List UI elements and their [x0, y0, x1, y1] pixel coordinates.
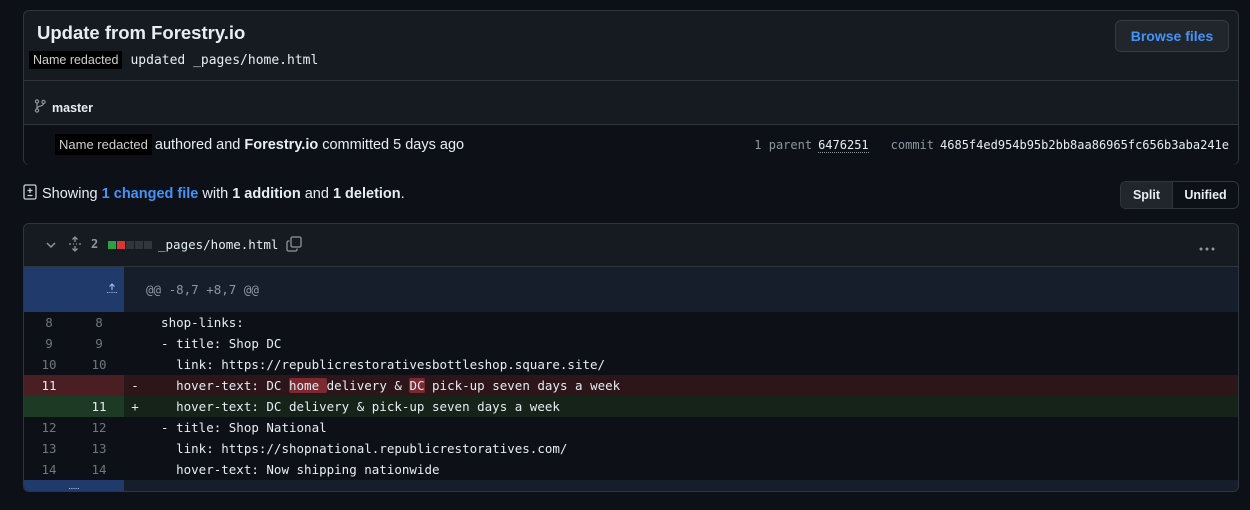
showing-text: Showing [42, 186, 98, 202]
parent-label: 1 parent [754, 138, 813, 152]
and-text: and [304, 186, 329, 202]
author-line: Name redacted authored and Forestry.io c… [55, 134, 464, 155]
split-view-button[interactable]: Split [1121, 182, 1173, 208]
commit-message: updated _pages/home.html [130, 52, 319, 68]
new-line-number[interactable]: 12 [74, 417, 124, 438]
diff-view-toggle: Split Unified [1120, 181, 1239, 209]
code-line: hover-text: DC delivery & pick-up seven … [146, 396, 1238, 417]
diff-sign [124, 312, 146, 333]
old-line-number[interactable] [24, 396, 74, 417]
diffstat-block-added [108, 241, 116, 249]
diffstat-block-neutral [144, 241, 152, 249]
period: . [400, 186, 405, 202]
diff-table: @@ -8,7 +8,7 @@ 88 shop-links: 9 9 - title… [24, 267, 1238, 491]
diff-sign: - [124, 375, 146, 396]
commit-sha: 4685f4ed954b95b2bb8aa86965fc656b3aba241e [940, 138, 1229, 152]
code-text: pick-up seven days a week [424, 378, 621, 393]
new-line-number[interactable]: 13 [74, 438, 124, 459]
expand-up-icon[interactable] [24, 267, 124, 312]
new-line-number[interactable]: 8 [74, 312, 124, 333]
parent-sha-link[interactable]: 6476251 [818, 138, 869, 153]
committer-redacted: Name redacted [55, 134, 152, 155]
commit-shas: 1 parent 6476251 commit 4685f4ed954b95b2… [754, 138, 1229, 153]
new-line-number[interactable]: 14 [74, 459, 124, 480]
old-line-number[interactable]: 11 [24, 375, 74, 396]
hunk-header-row: @@ -8,7 +8,7 @@ [24, 267, 1238, 312]
chevron-down-icon[interactable] [45, 238, 57, 254]
commit-meta: Name redacted authored and Forestry.io c… [24, 124, 1238, 165]
diffstat-block-neutral [126, 241, 134, 249]
diff-line-context: 10 10 link: https://republicrestorativesb… [24, 354, 1238, 375]
diffstat-block-deleted [117, 241, 125, 249]
diff-line-context: 99 - title: Shop DC [24, 333, 1238, 354]
copy-icon[interactable] [286, 236, 302, 255]
branch-name[interactable]: master [52, 101, 93, 115]
diff-line-context: 88 shop-links: [24, 312, 1238, 333]
diff-line-del: 11 - hover-text: DC home delivery & DC pi… [24, 375, 1238, 396]
new-line-number[interactable]: 10 [74, 354, 124, 375]
deletions-count: 1 deletion [332, 186, 401, 202]
old-line-number[interactable]: 10 [24, 354, 74, 375]
diff-sign [124, 333, 146, 354]
expand-down-icon[interactable] [24, 480, 124, 491]
additions-count: 1 addition [232, 186, 301, 202]
browse-files-button[interactable]: Browse files [1115, 20, 1229, 52]
old-line-number[interactable]: 9 [24, 333, 74, 354]
new-line-number[interactable]: 9 [74, 333, 124, 354]
change-count: 2 [91, 237, 99, 251]
code-line: shop-links: [146, 315, 244, 330]
old-line-number[interactable]: 8 [24, 312, 74, 333]
diff-summary: Showing 1 changed file with 1 addition a… [23, 184, 405, 204]
diff-line-add: 11 + hover-text: DC delivery & pick-up se… [24, 396, 1238, 417]
diff-sign: + [124, 396, 146, 417]
diffstat-blocks [108, 241, 152, 249]
removed-word-highlight: home [289, 378, 327, 393]
code-line: - title: Shop National [146, 420, 327, 435]
expand-down-filler [124, 480, 1238, 491]
code-line: hover-text: Now shipping nationwide [146, 462, 440, 477]
old-line-number[interactable]: 14 [24, 459, 74, 480]
git-branch-icon [34, 99, 46, 116]
diff-sign [124, 438, 146, 459]
file-path[interactable]: _pages/home.html [158, 237, 278, 252]
file-diff: 2 _pages/home.html @@ -8,7 +8,7 @@ 88 sh… [23, 223, 1239, 492]
code-line: link: https://shopnational.republicresto… [146, 441, 568, 456]
new-line-number[interactable]: 11 [74, 396, 124, 417]
old-line-number[interactable]: 13 [24, 438, 74, 459]
divider [24, 80, 1238, 81]
diff-line-context: 13 13 link: https://shopnational.republic… [24, 438, 1238, 459]
old-line-number[interactable]: 12 [24, 417, 74, 438]
with-text: with [202, 186, 229, 202]
kebab-menu-icon[interactable] [1198, 239, 1216, 255]
code-line: link: https://republicrestorativesbottle… [146, 357, 606, 372]
branch-info: master [34, 99, 93, 116]
new-line-number[interactable] [74, 375, 124, 396]
committer-name[interactable]: Forestry.io [244, 137, 318, 153]
diff-sign [124, 417, 146, 438]
unified-view-button[interactable]: Unified [1173, 182, 1238, 208]
diffstat-block-neutral [135, 241, 143, 249]
diff-line-context: 12 12 - title: Shop National [24, 417, 1238, 438]
code-text: delivery & [326, 378, 410, 393]
code-line: - title: Shop DC [146, 336, 282, 351]
diff-sign [124, 459, 146, 480]
expand-down-row [24, 480, 1238, 491]
removed-word-highlight: DC [409, 378, 425, 393]
file-diff-icon [23, 184, 37, 204]
diff-line-context: 14 14 hover-text: Now shipping nationwide [24, 459, 1238, 480]
authored-text: authored and [154, 136, 241, 153]
commit-title: Update from Forestry.io [37, 22, 246, 43]
commit-label: commit [890, 138, 935, 152]
diff-sign [124, 354, 146, 375]
changed-files-link[interactable]: 1 changed file [102, 186, 199, 202]
code-text: hover-text: DC [146, 378, 289, 393]
committed-time: committed 5 days ago [322, 136, 465, 153]
code-line: hover-text: DC home delivery & DC pick-u… [146, 375, 1238, 396]
expand-all-icon[interactable] [68, 236, 82, 255]
hunk-header: @@ -8,7 +8,7 @@ [124, 267, 1238, 312]
file-header: 2 _pages/home.html [24, 224, 1238, 267]
commit-description: Name redacted updated _pages/home.html [29, 51, 318, 69]
commit-header: Update from Forestry.io Name redacted up… [23, 10, 1239, 165]
author-redacted: Name redacted [29, 51, 123, 69]
